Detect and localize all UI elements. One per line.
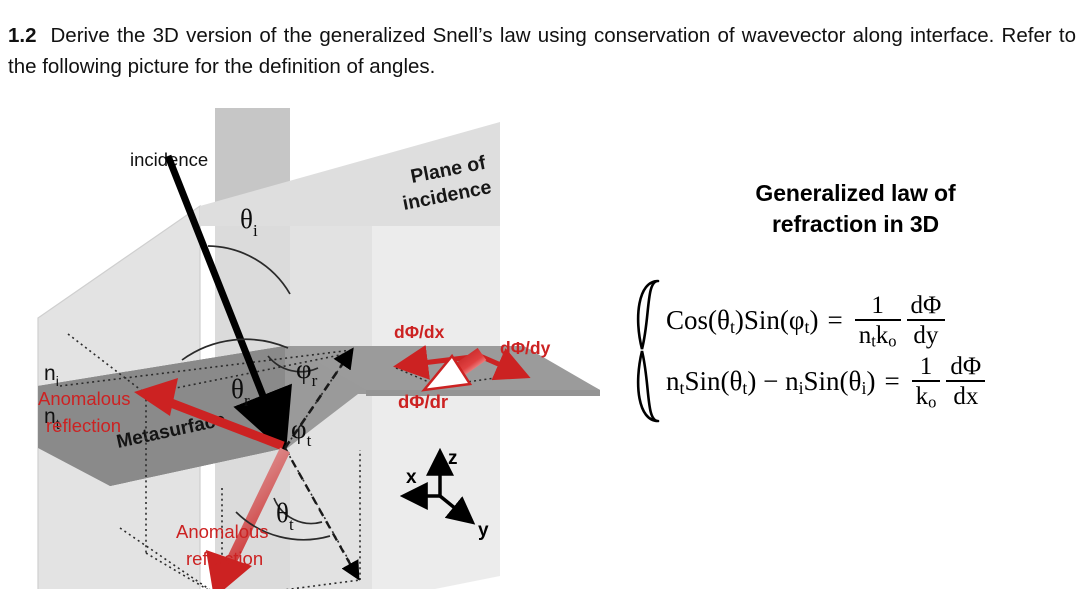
snell-law-3d-figure: Metasurface Plane of incidence incidence… <box>0 98 620 589</box>
equation-row-1: Cos(θt)Sin(φt) = 1 ntko dΦ dy <box>666 292 1091 351</box>
equation-1-fraction-1: 1 ntko <box>853 292 903 351</box>
equation-2-frac1-numerator: 1 <box>919 353 933 380</box>
axis-x-label: x <box>406 467 417 488</box>
equation-1-frac1-numerator: 1 <box>871 292 884 319</box>
equation-2-frac1-denominator: ko <box>915 383 937 412</box>
question-paragraph: 1.2 Derive the 3D version of the generali… <box>8 20 1076 82</box>
axis-y-label: y <box>478 520 489 541</box>
equation-2-frac2-denominator: dx <box>953 383 979 410</box>
equation-1-fraction-2: dΦ dy <box>905 293 948 348</box>
law-title-line2: refraction in 3D <box>771 211 940 237</box>
law-panel: Generalized law of refraction in 3D Cos(… <box>620 170 1091 470</box>
svg-text:reflection: reflection <box>46 415 121 436</box>
equation-2-frac2-numerator: dΦ <box>950 353 982 380</box>
equation-1-frac1-denominator: ntko <box>858 322 897 351</box>
grad-x-label: dΦ/dx <box>394 322 445 342</box>
law-title-line1: Generalized law of <box>755 180 956 206</box>
equation-2-fraction-1: 1 ko <box>910 353 943 412</box>
question-text: Derive the 3D version of the generalized… <box>8 24 1076 78</box>
question-number: 1.2 <box>8 24 37 47</box>
equation-rows: Cos(θt)Sin(φt) = 1 ntko dΦ dy ntSin(θt) … <box>662 292 1091 412</box>
equation-1-frac2-denominator: dy <box>913 322 939 349</box>
svg-text:refraction: refraction <box>186 548 263 569</box>
axis-z-label: z <box>448 448 458 469</box>
equation-1-lhs: Cos(θt)Sin(φt) <box>666 305 819 337</box>
equation-system: Cos(θt)Sin(φt) = 1 ntko dΦ dy ntSin(θt) … <box>632 278 1091 424</box>
law-title: Generalized law of refraction in 3D <box>620 178 1091 240</box>
equation-1-frac2-numerator: dΦ <box>910 292 942 319</box>
equation-1-equals: = <box>827 305 843 335</box>
svg-text:Anomalous: Anomalous <box>176 521 269 542</box>
grad-r-label: dΦ/dr <box>398 391 448 412</box>
equation-2-fraction-2: dΦ dx <box>944 354 987 409</box>
svg-text:Anomalous: Anomalous <box>38 388 131 409</box>
grad-y-label: dΦ/dy <box>500 338 551 358</box>
system-brace <box>632 278 662 424</box>
equation-2-lhs: ntSin(θt) − niSin(θi) <box>666 366 876 398</box>
equation-row-2: ntSin(θt) − niSin(θi) = 1 ko dΦ dx <box>666 353 1091 412</box>
equation-2-equals: = <box>884 366 900 396</box>
